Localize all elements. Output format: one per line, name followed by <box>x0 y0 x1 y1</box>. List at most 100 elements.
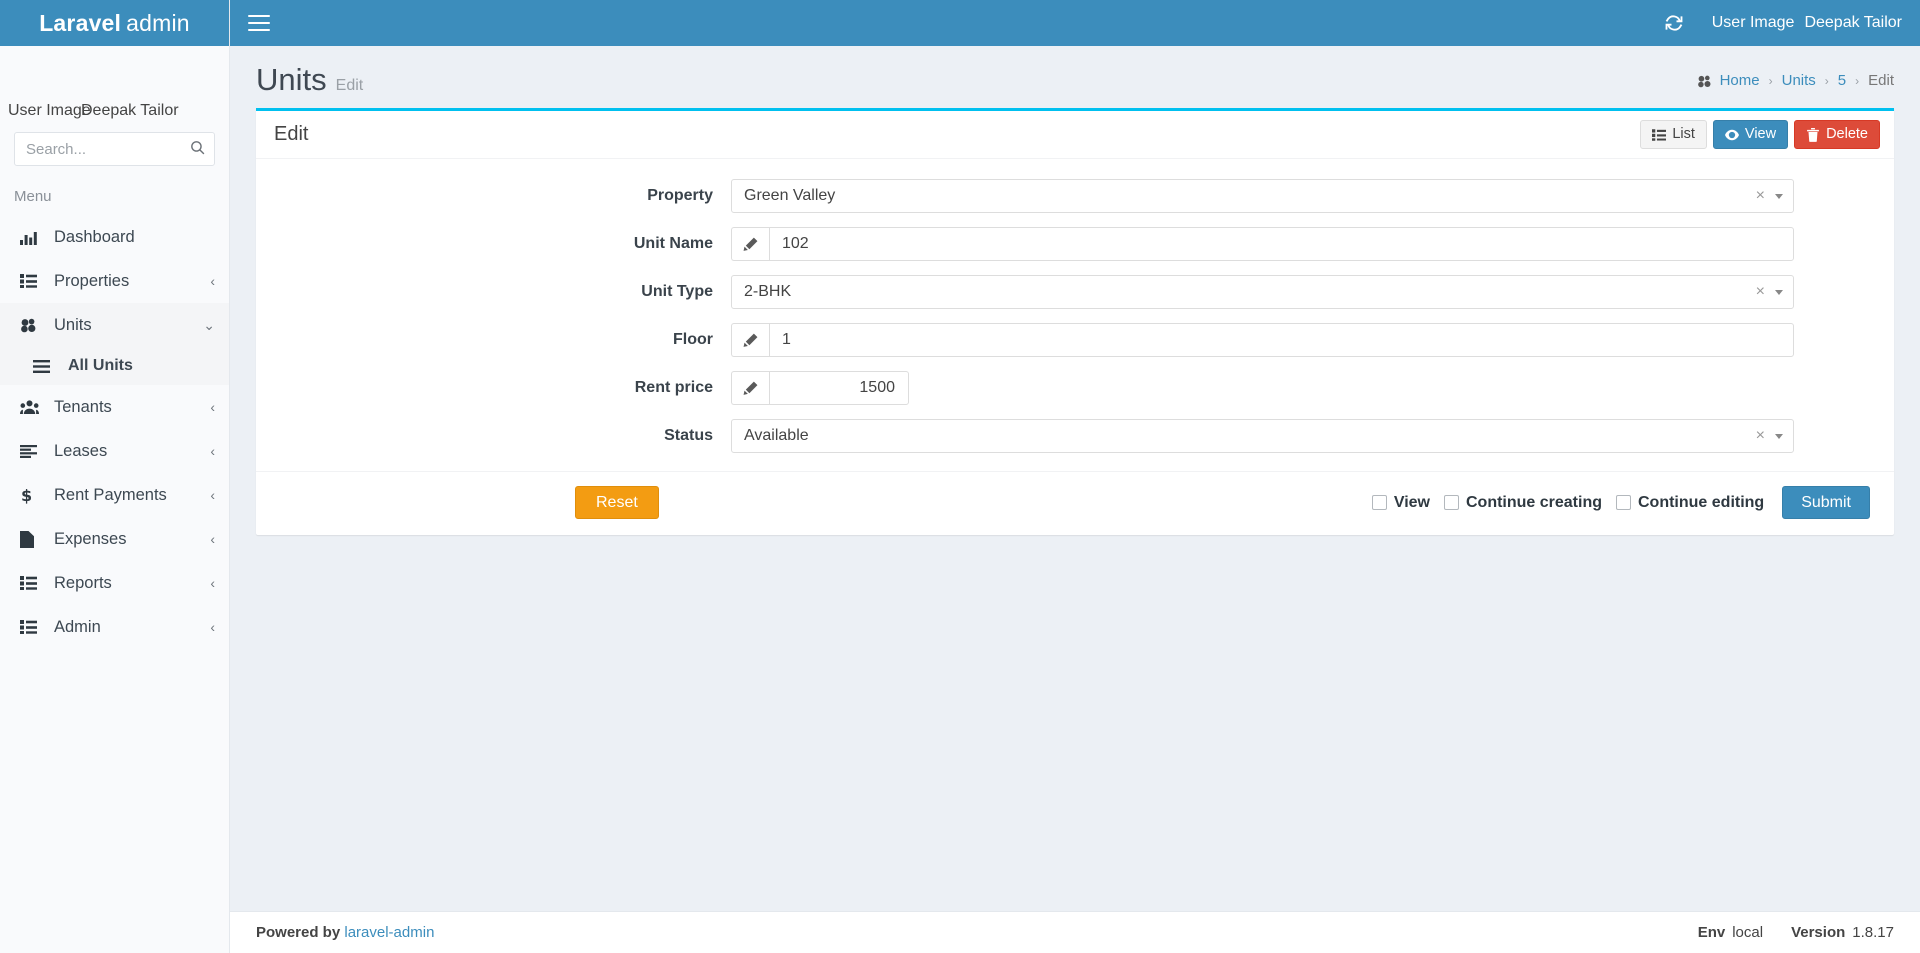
footer-env-label: Env <box>1697 924 1726 941</box>
sidebar-menu: Dashboard Properties ‹ Units ⌄ All Units… <box>0 215 229 649</box>
file-icon <box>20 530 42 548</box>
edit-form: Property Green Valley × Unit Name 102 Un… <box>256 159 1894 471</box>
refresh-icon[interactable] <box>1664 13 1684 33</box>
floor-input[interactable] <box>769 323 1794 357</box>
sidebar-item-all-units[interactable]: All Units <box>0 347 229 385</box>
sidebar-item-tenants[interactable]: Tenants ‹ <box>0 385 229 429</box>
menu-header: Menu <box>14 188 52 205</box>
brand-logo[interactable]: Laravel admin <box>0 0 229 46</box>
sidebar-toggle-button[interactable] <box>248 15 270 31</box>
form-row-property: Property Green Valley × <box>256 179 1894 213</box>
list-button[interactable]: List <box>1640 120 1707 149</box>
checkbox-continue-editing-label[interactable]: Continue editing <box>1638 494 1764 512</box>
edit-card: Edit List View Delete Property Green Val… <box>256 108 1894 535</box>
sidebar-item-rent-payments[interactable]: $ Rent Payments ‹ <box>0 473 229 517</box>
chevron-left-icon: ‹ <box>210 487 215 503</box>
form-row-unit-type: Unit Type 2-BHK × <box>256 275 1894 309</box>
eye-icon <box>1724 129 1739 140</box>
sidebar-user-name: Deepak Tailor <box>81 102 179 119</box>
checkbox-continue-creating-label[interactable]: Continue creating <box>1466 494 1602 512</box>
footer-link[interactable]: laravel-admin <box>344 924 434 941</box>
sidebar-item-label: Admin <box>54 617 101 636</box>
clear-icon[interactable]: × <box>1750 283 1771 301</box>
view-button[interactable]: View <box>1712 120 1789 149</box>
sidebar-item-reports[interactable]: Reports ‹ <box>0 561 229 605</box>
field-unit-name <box>731 227 1794 261</box>
chevron-left-icon: ‹ <box>210 575 215 591</box>
sidebar-item-label: Rent Payments <box>54 485 167 504</box>
breadcrumb-item-home[interactable]: Home <box>1720 72 1760 89</box>
sidebar-link-leases[interactable]: Leases ‹ <box>0 429 229 473</box>
submit-button[interactable]: Submit <box>1782 486 1870 519</box>
sidebar-link-all-units[interactable]: All Units <box>0 347 229 385</box>
sidebar-item-units[interactable]: Units ⌄ All Units <box>0 303 229 385</box>
chevron-down-icon: ⌄ <box>203 317 215 333</box>
footer-version-value: 1.8.17 <box>1852 924 1894 941</box>
checkbox-view-label[interactable]: View <box>1394 494 1430 512</box>
list-icon <box>20 274 42 288</box>
topbar-user[interactable]: User Image Deepak Tailor <box>1712 14 1902 32</box>
sidebar-link-admin[interactable]: Admin ‹ <box>0 605 229 649</box>
breadcrumb-item-current: Edit <box>1868 72 1894 89</box>
chevron-down-icon[interactable] <box>1775 193 1783 199</box>
sidebar-item-label: Dashboard <box>54 227 135 246</box>
rent-price-input[interactable] <box>769 371 909 405</box>
status-select-value: Available <box>744 427 809 444</box>
sidebar-item-label: Reports <box>54 573 112 592</box>
sidebar-link-expenses[interactable]: Expenses ‹ <box>0 517 229 561</box>
checkbox-continue-creating-box[interactable] <box>1443 495 1459 510</box>
main-content: User Image Deepak Tailor Units Edit Home … <box>230 0 1920 953</box>
chevron-left-icon: ‹ <box>210 619 215 635</box>
checkbox-view-box[interactable] <box>1371 495 1387 510</box>
sidebar-item-properties[interactable]: Properties ‹ <box>0 259 229 303</box>
checkbox-continue-editing[interactable]: Continue editing <box>1616 494 1764 512</box>
sidebar-item-expenses[interactable]: Expenses ‹ <box>0 517 229 561</box>
status-select[interactable]: Available × <box>731 419 1794 453</box>
sidebar-link-units[interactable]: Units ⌄ <box>0 303 229 347</box>
sidebar-item-admin[interactable]: Admin ‹ <box>0 605 229 649</box>
chevron-down-icon[interactable] <box>1775 289 1783 295</box>
trash-icon <box>1807 127 1819 142</box>
reset-button[interactable]: Reset <box>575 486 659 519</box>
sidebar-link-rent-payments[interactable]: $ Rent Payments ‹ <box>0 473 229 517</box>
property-select-value: Green Valley <box>744 187 836 204</box>
chevron-left-icon: ‹ <box>210 443 215 459</box>
footer-powered-by: Powered by laravel-admin <box>256 924 434 941</box>
search-input[interactable] <box>14 132 215 166</box>
sidebar-link-tenants[interactable]: Tenants ‹ <box>0 385 229 429</box>
cubes-icon <box>20 317 42 333</box>
pencil-icon <box>731 371 769 405</box>
hamburger-bar <box>248 28 270 31</box>
sidebar-item-leases[interactable]: Leases ‹ <box>0 429 229 473</box>
page-footer: Powered by laravel-admin Env local Versi… <box>230 911 1920 953</box>
sidebar-link-dashboard[interactable]: Dashboard <box>0 215 229 259</box>
breadcrumb-item-units[interactable]: Units <box>1782 72 1816 89</box>
sidebar-user-panel: User Image Deepak Tailor - <box>0 46 229 140</box>
topbar: User Image Deepak Tailor <box>230 0 1920 46</box>
chevron-left-icon: ‹ <box>210 273 215 289</box>
breadcrumb-separator: › <box>1768 73 1773 88</box>
card-actions: List View Delete <box>1640 120 1880 149</box>
sidebar-link-reports[interactable]: Reports ‹ <box>0 561 229 605</box>
brand-strong: Laravel <box>39 9 122 36</box>
sidebar-item-label: Tenants <box>54 397 112 416</box>
checkbox-view[interactable]: View <box>1371 494 1430 512</box>
chevron-down-icon[interactable] <box>1775 433 1783 439</box>
delete-button[interactable]: Delete <box>1794 120 1880 149</box>
search-icon[interactable] <box>189 139 206 156</box>
checkbox-continue-creating[interactable]: Continue creating <box>1443 494 1602 512</box>
brand-light: admin <box>126 9 190 36</box>
svg-text:$: $ <box>21 487 32 504</box>
sidebar-link-properties[interactable]: Properties ‹ <box>0 259 229 303</box>
unit-type-select[interactable]: 2-BHK × <box>731 275 1794 309</box>
property-select[interactable]: Green Valley × <box>731 179 1794 213</box>
sidebar: Laraveladmin User Image Deepak Tailor - … <box>0 0 230 953</box>
checkbox-continue-editing-box[interactable] <box>1616 495 1631 510</box>
clear-icon[interactable]: × <box>1750 187 1771 205</box>
unit-name-input[interactable] <box>769 227 1794 261</box>
sidebar-item-dashboard[interactable]: Dashboard <box>0 215 229 259</box>
list-icon <box>20 576 42 590</box>
clear-icon[interactable]: × <box>1750 427 1771 445</box>
breadcrumb-item-id[interactable]: 5 <box>1838 72 1846 89</box>
bars-icon <box>33 359 55 373</box>
